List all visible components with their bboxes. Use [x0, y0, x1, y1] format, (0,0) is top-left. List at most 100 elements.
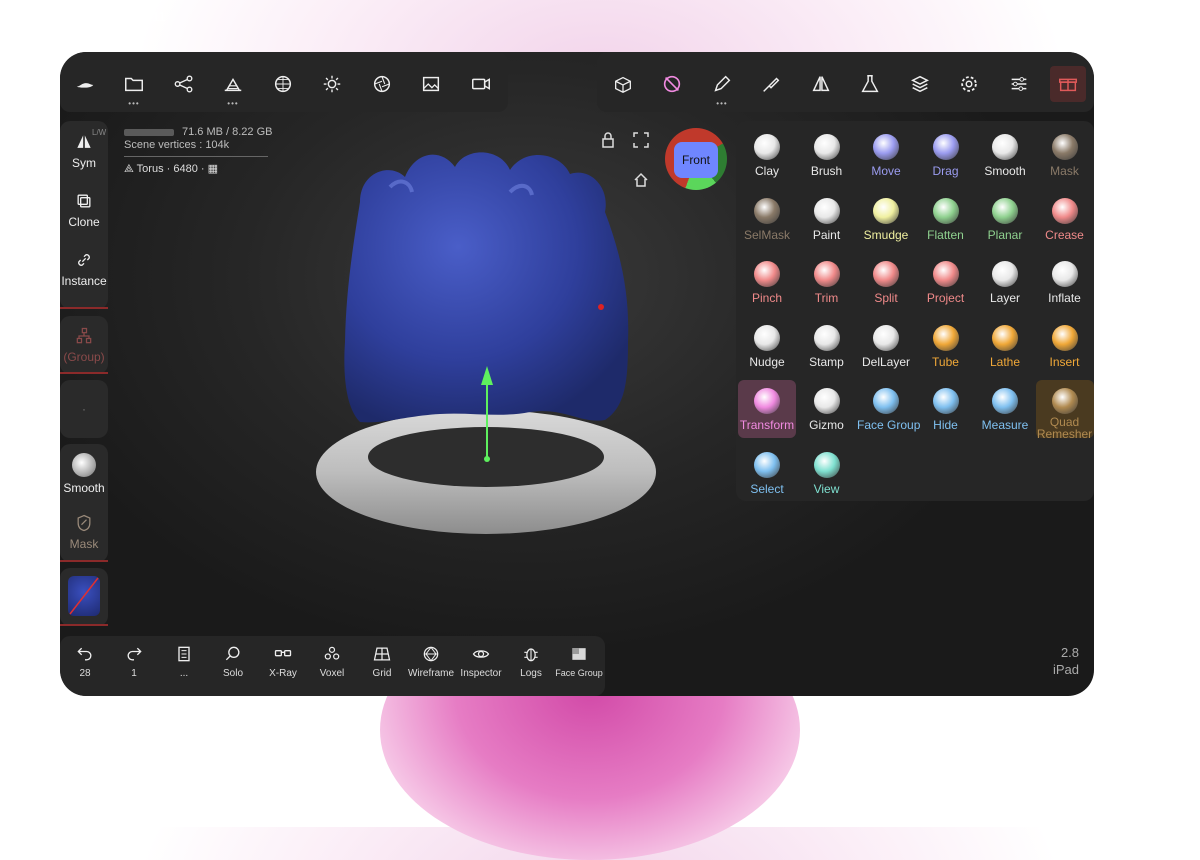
undo-button[interactable]: 28	[60, 644, 110, 679]
eye-icon	[472, 650, 490, 658]
instance-button[interactable]: Instance	[60, 244, 108, 300]
smooth-icon	[992, 134, 1018, 160]
transform-tool-icon[interactable]	[654, 66, 690, 102]
sun-icon[interactable]	[314, 66, 350, 102]
tool-selmask[interactable]: SelMask	[738, 190, 796, 248]
tool-drag[interactable]: Drag	[917, 126, 975, 184]
tool-hide[interactable]: Hide	[917, 380, 975, 438]
xray-button[interactable]: X-Ray	[258, 644, 308, 679]
lock-icon[interactable]	[601, 132, 615, 153]
image-icon[interactable]	[413, 66, 449, 102]
tool-layer[interactable]: Layer	[976, 253, 1034, 311]
clone-button[interactable]: Clone	[60, 185, 108, 241]
tool-trim[interactable]: Trim	[798, 253, 856, 311]
brush-icon	[813, 134, 840, 160]
voxel-button[interactable]: Voxel	[307, 644, 357, 679]
brush-icon[interactable]	[753, 66, 789, 102]
tool-project[interactable]: Project	[917, 253, 975, 311]
tool-brush[interactable]: Brush	[798, 126, 856, 184]
bug-icon	[524, 648, 538, 662]
tool-label: Select	[750, 481, 784, 496]
tool-crease[interactable]: Crease	[1036, 190, 1094, 248]
stamp-icon	[813, 324, 840, 351]
grid-button[interactable]: Grid	[357, 644, 407, 679]
gear-icon[interactable]	[951, 66, 987, 102]
tool-label: Face Group	[857, 418, 921, 432]
history-button[interactable]: ...	[159, 644, 209, 679]
redo-button[interactable]: 1	[109, 644, 159, 679]
tool-label: Tube	[932, 354, 959, 369]
clay-icon	[754, 134, 780, 160]
tool-select[interactable]: Select	[738, 444, 796, 502]
tool-inflate[interactable]: Inflate	[1036, 253, 1094, 311]
sliders-icon[interactable]	[1001, 66, 1037, 102]
tool-label: Quad Remesher	[1036, 415, 1093, 441]
aperture-icon[interactable]	[364, 66, 400, 102]
mesh-info: Torus · 6480 ·	[136, 163, 205, 175]
pen-icon[interactable]: •••	[704, 66, 740, 108]
tool-insert[interactable]: Insert	[1036, 317, 1094, 375]
tool-paint[interactable]: Paint	[798, 190, 856, 248]
tool-split[interactable]: Split	[857, 253, 915, 311]
tool-pinch[interactable]: Pinch	[738, 253, 796, 311]
tool-tube[interactable]: Tube	[917, 317, 975, 375]
solo-button[interactable]: Solo	[208, 644, 258, 679]
view-cube-front-label[interactable]: Front	[674, 142, 718, 178]
mask-icon	[77, 514, 91, 532]
tool-transform[interactable]: Transform	[738, 380, 796, 438]
split-icon	[873, 261, 899, 287]
material-preview[interactable]	[68, 576, 100, 616]
view-cube[interactable]: Front	[665, 128, 727, 190]
tool-view[interactable]: View	[798, 444, 856, 502]
version-info: 2.8 iPad	[1053, 644, 1079, 678]
tool-nudge[interactable]: Nudge	[738, 317, 796, 375]
smooth-shortcut-button[interactable]: Smooth	[60, 447, 108, 503]
scene-icon[interactable]: •••	[215, 66, 251, 108]
voxel-icon	[324, 646, 340, 660]
tool-measure[interactable]: Measure	[976, 380, 1034, 438]
tool-smooth[interactable]: Smooth	[976, 126, 1034, 184]
camera-icon[interactable]	[463, 66, 499, 102]
fullscreen-icon[interactable]	[633, 132, 649, 153]
mask-shortcut-button[interactable]: Mask	[60, 507, 108, 563]
gift-icon[interactable]	[1050, 66, 1086, 102]
3d-box-icon[interactable]	[605, 66, 641, 102]
tool-face-group[interactable]: Face Group	[857, 380, 921, 438]
logs-button[interactable]: Logs	[506, 644, 556, 679]
flask-icon[interactable]	[852, 66, 888, 102]
globe-icon[interactable]	[265, 66, 301, 102]
nodes-icon[interactable]	[166, 66, 202, 102]
tool-flatten[interactable]: Flatten	[917, 190, 975, 248]
tool-gizmo[interactable]: Gizmo	[798, 380, 856, 438]
home-icon[interactable]	[633, 172, 649, 193]
quad-remesher-icon	[1051, 388, 1078, 414]
pinch-icon	[754, 261, 780, 287]
tool-mask[interactable]: Mask	[1036, 126, 1094, 184]
wireframe-button[interactable]: Wireframe	[406, 644, 456, 679]
tool-quad-remesher[interactable]: Quad Remesher	[1035, 380, 1094, 441]
folder-icon[interactable]: •••	[116, 66, 152, 108]
tool-lathe[interactable]: Lathe	[976, 317, 1034, 375]
book-icon	[178, 646, 190, 662]
hat-icon[interactable]	[67, 66, 103, 102]
face-group-toggle-button[interactable]: Face Group	[554, 644, 604, 679]
clone-label: Clone	[68, 215, 100, 229]
tool-label: Stamp	[809, 354, 844, 369]
tool-label: Clay	[754, 164, 779, 178]
tool-label: Split	[874, 291, 898, 305]
moon-icon	[1100, 10, 1109, 21]
tool-planar[interactable]: Planar	[976, 190, 1034, 248]
symmetry-icon[interactable]	[803, 66, 839, 102]
group-button[interactable]: (Group)	[60, 320, 108, 376]
tool-dellayer[interactable]: DelLayer	[857, 317, 915, 375]
tool-label: Pinch	[751, 291, 783, 305]
layers-icon[interactable]	[902, 66, 938, 102]
tool-clay[interactable]: Clay	[738, 126, 796, 184]
tool-stamp[interactable]: Stamp	[798, 317, 856, 375]
sym-button[interactable]: Sym	[60, 126, 108, 182]
version-number: 2.8	[1060, 645, 1080, 660]
inspector-button[interactable]: Inspector	[456, 644, 506, 679]
tool-smudge[interactable]: Smudge	[857, 190, 915, 248]
redo-count: 1	[131, 668, 137, 679]
tool-move[interactable]: Move	[857, 126, 915, 184]
